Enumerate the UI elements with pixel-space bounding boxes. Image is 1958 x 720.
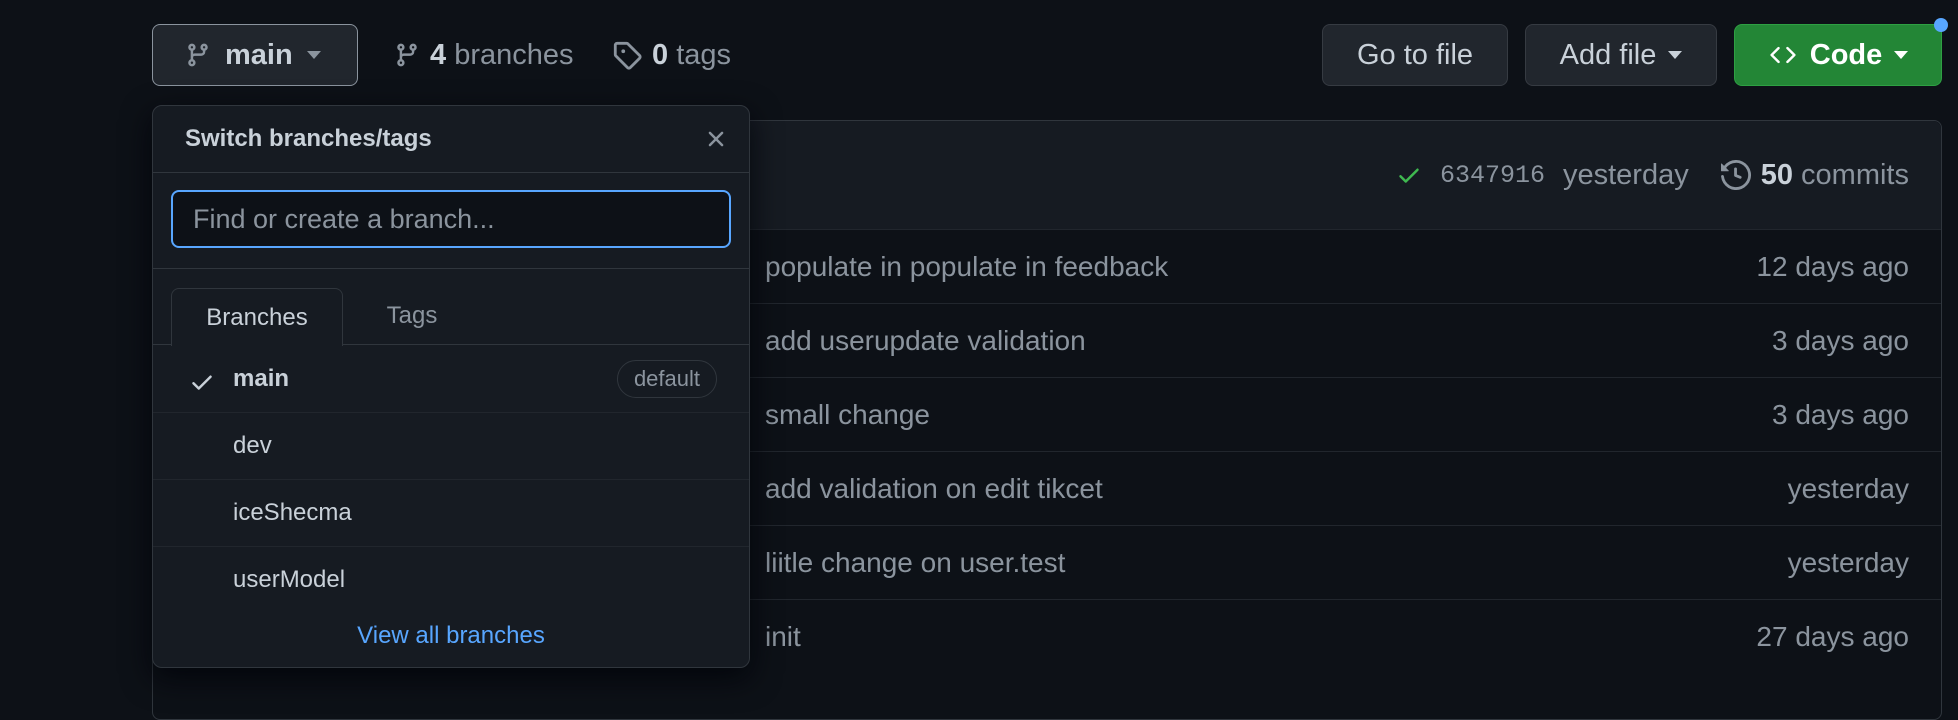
notification-dot bbox=[1934, 18, 1948, 32]
tags-label: tags bbox=[676, 38, 732, 71]
branch-selector-button[interactable]: main bbox=[152, 24, 358, 86]
go-to-file-label: Go to file bbox=[1356, 38, 1474, 71]
default-badge: default bbox=[616, 360, 717, 398]
history-icon bbox=[1720, 160, 1751, 190]
view-all-branches-link[interactable]: View all branches bbox=[153, 611, 749, 661]
commit-message[interactable]: init bbox=[765, 600, 801, 674]
commit-message[interactable]: add userupdate validation bbox=[765, 304, 1086, 378]
commit-age: yesterday bbox=[1787, 547, 1909, 578]
close-icon[interactable] bbox=[703, 126, 729, 152]
divider bbox=[153, 268, 749, 269]
branch-name: iceShecma bbox=[233, 499, 352, 526]
caret-down-icon bbox=[1894, 51, 1909, 59]
branch-name: userModel bbox=[233, 566, 346, 593]
commits-label: commits bbox=[1801, 158, 1909, 191]
commit-age: 12 days ago bbox=[1756, 251, 1909, 282]
caret-down-icon bbox=[306, 51, 321, 59]
check-icon bbox=[189, 369, 215, 395]
tag-icon bbox=[612, 40, 642, 70]
commit-time: yesterday bbox=[1562, 158, 1689, 191]
commits-count: 50 bbox=[1760, 158, 1793, 191]
check-icon bbox=[1396, 162, 1422, 188]
dropdown-title: Switch branches/tags bbox=[185, 125, 432, 152]
add-file-button[interactable]: Add file bbox=[1525, 24, 1717, 86]
tab-tags[interactable]: Tags bbox=[357, 288, 467, 344]
commit-message[interactable]: add validation on edit tikcet bbox=[765, 452, 1103, 526]
tags-link[interactable]: 0 tags bbox=[612, 24, 731, 86]
branch-name: main bbox=[233, 365, 290, 392]
caret-down-icon bbox=[1668, 51, 1683, 59]
git-branch-icon bbox=[394, 40, 420, 70]
commit-message[interactable]: populate in populate in feedback bbox=[765, 230, 1168, 304]
commit-sha[interactable]: 6347916 bbox=[1440, 161, 1545, 190]
branches-label: branches bbox=[454, 38, 574, 71]
branches-link[interactable]: 4 branches bbox=[394, 24, 574, 86]
dropdown-tabs: Branches Tags bbox=[153, 288, 749, 346]
code-label: Code bbox=[1809, 38, 1883, 71]
branch-item-iceshecma[interactable]: iceShecma bbox=[153, 480, 749, 547]
tab-branches[interactable]: Branches bbox=[171, 288, 343, 346]
commit-age: 3 days ago bbox=[1772, 325, 1909, 356]
commit-age: 3 days ago bbox=[1772, 399, 1909, 430]
dropdown-header: Switch branches/tags bbox=[153, 106, 749, 173]
code-icon bbox=[1768, 42, 1798, 68]
commit-age: yesterday bbox=[1787, 473, 1909, 504]
commit-message[interactable]: liitle change on user.test bbox=[765, 526, 1065, 600]
branches-count: 4 bbox=[430, 38, 447, 71]
branch-item-main[interactable]: main default bbox=[153, 346, 749, 413]
commit-message[interactable]: small change bbox=[765, 378, 930, 452]
add-file-label: Add file bbox=[1559, 38, 1657, 71]
branch-search-input[interactable] bbox=[171, 190, 731, 248]
commit-age: 27 days ago bbox=[1756, 621, 1909, 652]
go-to-file-button[interactable]: Go to file bbox=[1322, 24, 1508, 86]
branch-item-usermodel[interactable]: userModel bbox=[153, 547, 749, 613]
git-branch-icon bbox=[185, 40, 211, 70]
branch-selector-label: main bbox=[225, 38, 293, 71]
branch-item-dev[interactable]: dev bbox=[153, 413, 749, 480]
branch-name: dev bbox=[233, 432, 272, 459]
branch-switcher-dropdown: Switch branches/tags Branches Tags main … bbox=[152, 105, 750, 668]
commits-link[interactable]: 50 commits bbox=[1720, 158, 1909, 192]
tags-count: 0 bbox=[652, 38, 669, 71]
code-button[interactable]: Code bbox=[1734, 24, 1942, 86]
